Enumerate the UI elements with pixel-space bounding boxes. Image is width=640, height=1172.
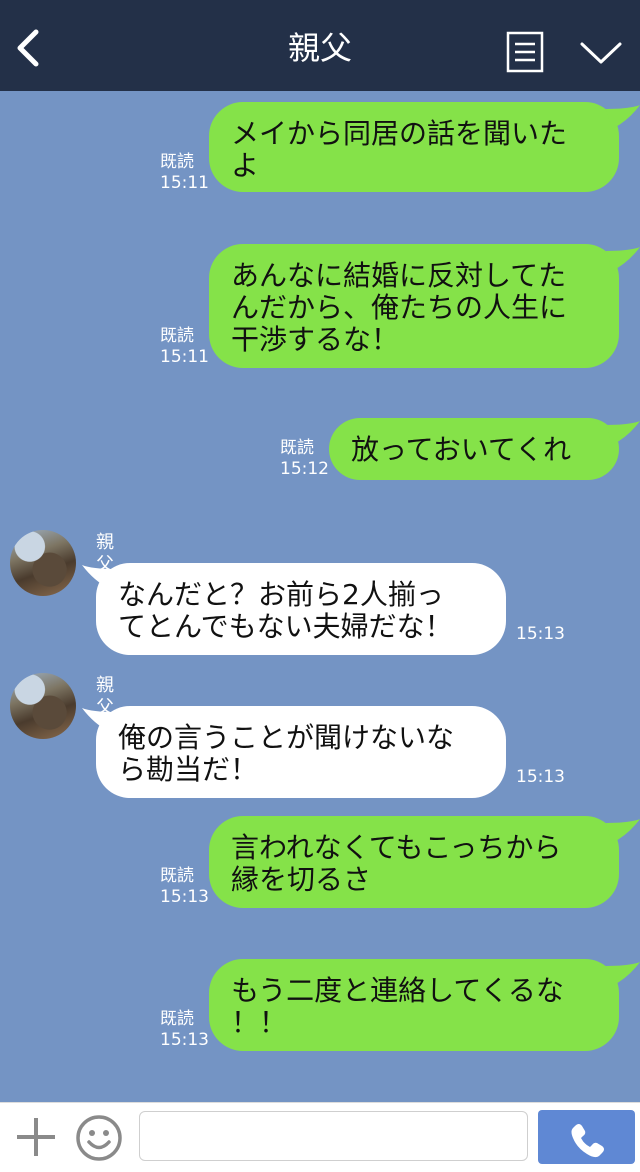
- message-bubble[interactable]: もう二度と連絡してくるな ！！: [209, 959, 619, 1051]
- message-bubble[interactable]: 放っておいてくれ: [329, 418, 619, 480]
- message-bubble[interactable]: あんなに結婚に反対してた んだから、俺たちの人生に 干渉するな！: [209, 244, 619, 368]
- bubble-tail: [606, 421, 640, 445]
- chevron-down-icon: [580, 42, 622, 64]
- avatar[interactable]: [10, 530, 76, 596]
- read-receipt: 既読 15:11: [160, 326, 209, 368]
- message-time: 15:13: [160, 887, 209, 907]
- message-bubble[interactable]: メイから同居の話を聞いた よ: [209, 102, 619, 192]
- read-label: 既読: [160, 326, 194, 346]
- message-bubble[interactable]: 俺の言うことが聞けないな ら勘当だ！: [96, 706, 506, 798]
- plus-icon: [17, 1118, 55, 1156]
- read-label: 既読: [160, 152, 194, 172]
- chat-area[interactable]: 既読 15:11 メイから同居の話を聞いた よ 既読 15:11 あんなに結婚に…: [0, 91, 640, 1102]
- message-time: 15:13: [160, 1030, 209, 1050]
- document-list-icon: [506, 31, 544, 73]
- message-time: 15:13: [516, 624, 565, 644]
- message-time: 15:13: [516, 767, 565, 787]
- message-time: 15:12: [280, 459, 329, 479]
- input-bar: [0, 1102, 640, 1172]
- bubble-tail: [606, 247, 640, 271]
- read-receipt: 既読 15:13: [160, 866, 209, 908]
- bubble-tail: [606, 105, 640, 129]
- message-bubble[interactable]: 言われなくてもこっちから 縁を切るさ: [209, 816, 619, 908]
- phone-icon: [571, 1124, 604, 1158]
- smiley-icon: [76, 1115, 122, 1161]
- call-button[interactable]: [538, 1110, 635, 1164]
- message-input[interactable]: [139, 1111, 528, 1161]
- avatar[interactable]: [10, 673, 76, 739]
- read-label: 既読: [160, 866, 194, 886]
- message-bubble[interactable]: なんだと？お前ら2人揃っ てとんでもない夫婦だな！: [96, 563, 506, 655]
- attach-button[interactable]: [14, 1115, 58, 1159]
- read-label: 既読: [280, 438, 314, 458]
- bubble-tail: [606, 962, 640, 986]
- emoji-button[interactable]: [74, 1113, 124, 1163]
- chat-header: 親父: [0, 0, 640, 91]
- read-receipt: 既読 15:13: [160, 1009, 209, 1051]
- message-time: 15:11: [160, 173, 209, 193]
- bubble-tail: [606, 819, 640, 843]
- read-receipt: 既読 15:11: [160, 152, 209, 194]
- read-receipt: 既読 15:12: [280, 438, 329, 480]
- expand-menu-button[interactable]: [578, 36, 624, 70]
- notes-menu-button[interactable]: [505, 30, 545, 74]
- read-label: 既読: [160, 1009, 194, 1029]
- message-time: 15:11: [160, 347, 209, 367]
